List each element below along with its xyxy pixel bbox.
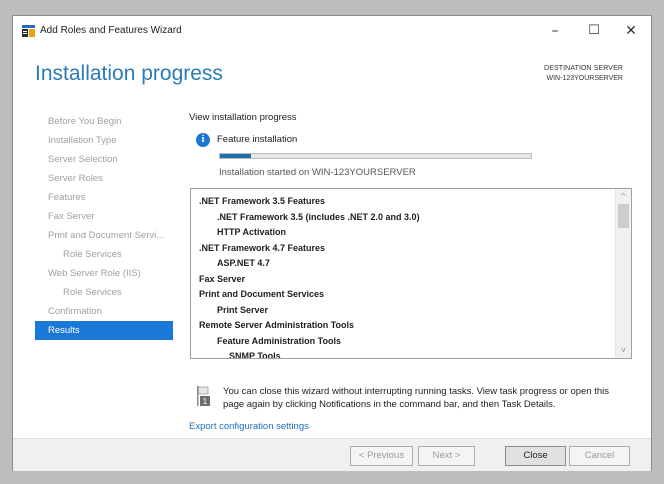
list-item: Feature Administration Tools xyxy=(217,335,342,346)
previous-button[interactable]: < Previous xyxy=(350,446,413,466)
nav-step-server-roles: Server Roles xyxy=(48,173,103,184)
list-item: ASP.NET 4.7 xyxy=(217,258,270,268)
list-item: Print and Document Services xyxy=(199,289,325,299)
list-item: Remote Server Administration Tools xyxy=(199,320,355,330)
minimize-button[interactable]: – xyxy=(539,16,571,46)
list-item: .NET Framework 3.5 (includes .NET 2.0 an… xyxy=(217,211,420,222)
feature-installation-label: Feature installation xyxy=(217,134,298,145)
list-item: Print Server xyxy=(217,304,269,315)
close-button[interactable]: Close xyxy=(505,446,566,466)
nav-step-print-document-services: Print and Document Servi... xyxy=(48,230,165,241)
wizard-steps-nav: Before You Begin Installation Type Serve… xyxy=(35,112,173,340)
window-close-button[interactable]: ✕ xyxy=(615,16,647,46)
server-manager-icon xyxy=(22,25,35,37)
view-progress-heading: View installation progress xyxy=(189,112,297,123)
nav-step-web-server-role: Web Server Role (IIS) xyxy=(48,268,141,279)
results-list-content: .NET Framework 3.5 Features .NET Framewo… xyxy=(191,189,615,358)
nav-step-server-selection: Server Selection xyxy=(48,154,118,165)
notification-badge: 1 xyxy=(203,397,208,406)
nav-step-print-role-services: Role Services xyxy=(63,249,122,260)
installation-progress-bar xyxy=(219,153,532,159)
scroll-down-arrow-icon[interactable]: v xyxy=(616,343,631,357)
page-title: Installation progress xyxy=(35,62,223,85)
wizard-footer: < Previous Next > Close Cancel xyxy=(13,438,651,471)
next-button[interactable]: Next > xyxy=(418,446,475,466)
nav-step-results[interactable]: Results xyxy=(35,321,173,340)
nav-step-web-role-services: Role Services xyxy=(63,287,122,298)
nav-step-confirmation: Confirmation xyxy=(48,306,102,317)
title-bar: Add Roles and Features Wizard – ☐ ✕ xyxy=(13,16,651,46)
destination-server-label: DESTINATION SERVER xyxy=(544,65,623,72)
list-item: Fax Server xyxy=(199,273,246,284)
close-wizard-note: You can close this wizard without interr… xyxy=(223,386,610,410)
results-scrollbar[interactable]: ^ v xyxy=(615,189,631,358)
destination-server-name: WIN-123YOURSERVER xyxy=(546,75,623,82)
list-item: HTTP Activation xyxy=(217,227,287,237)
list-item: .NET Framework 3.5 Features xyxy=(199,196,326,206)
nav-step-features: Features xyxy=(48,192,86,203)
wizard-window: Add Roles and Features Wizard – ☐ ✕ Inst… xyxy=(12,15,652,471)
nav-step-before-you-begin: Before You Begin xyxy=(48,116,122,127)
cancel-button[interactable]: Cancel xyxy=(569,446,630,466)
progress-fill xyxy=(220,154,252,158)
export-configuration-link[interactable]: Export configuration settings xyxy=(189,421,309,432)
nav-step-fax-server: Fax Server xyxy=(48,211,95,222)
scroll-up-arrow-icon[interactable]: ^ xyxy=(616,190,631,204)
info-icon: i xyxy=(196,133,210,147)
installation-results-list[interactable]: .NET Framework 3.5 Features .NET Framewo… xyxy=(190,188,632,359)
list-item: SNMP Tools xyxy=(229,351,281,359)
list-item: .NET Framework 4.7 Features xyxy=(199,242,326,253)
scroll-thumb[interactable] xyxy=(618,204,629,228)
installation-started-text: Installation started on WIN-123YOURSERVE… xyxy=(219,167,416,178)
window-title: Add Roles and Features Wizard xyxy=(40,25,182,36)
notification-flag-icon: 1 xyxy=(197,386,210,406)
maximize-button[interactable]: ☐ xyxy=(578,16,610,46)
nav-step-installation-type: Installation Type xyxy=(48,135,117,146)
